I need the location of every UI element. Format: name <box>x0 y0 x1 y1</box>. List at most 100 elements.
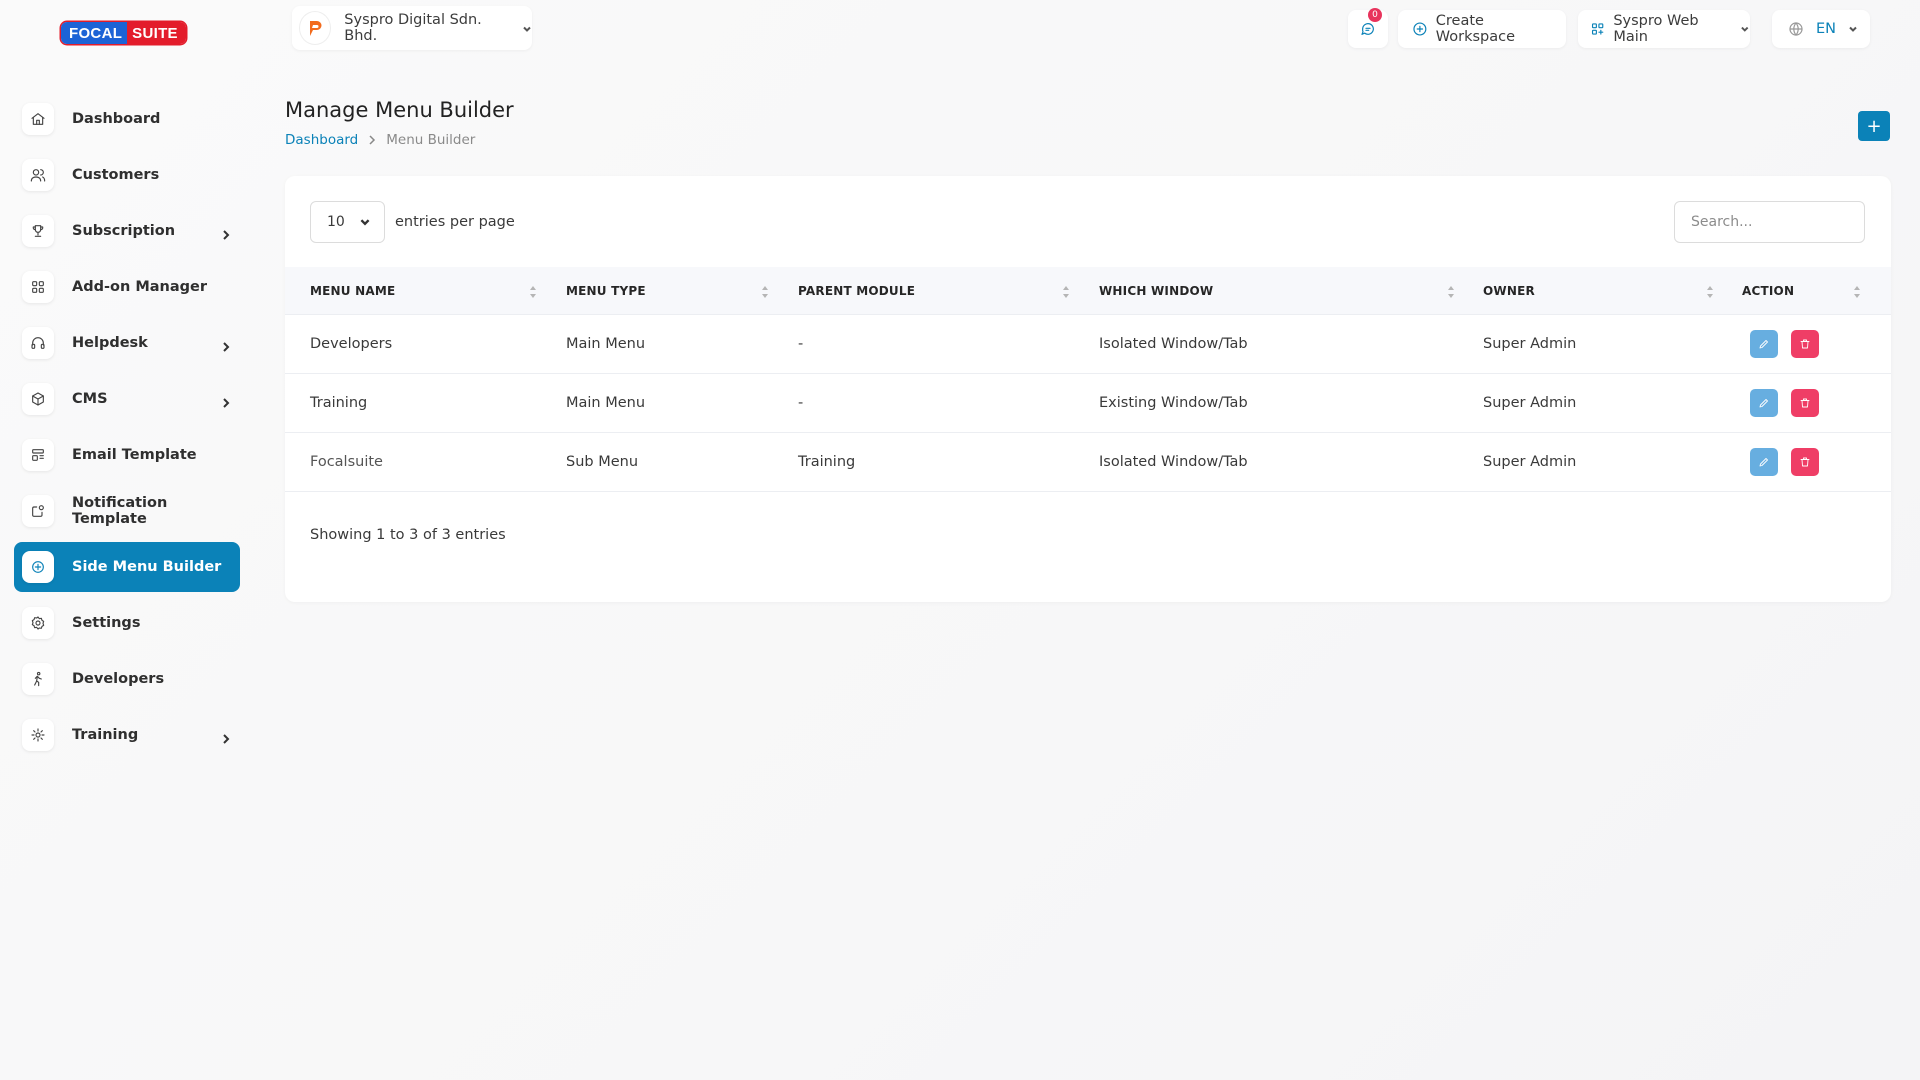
column-header-parent-module[interactable]: PARENT MODULE <box>798 267 915 315</box>
delete-button[interactable] <box>1791 448 1819 476</box>
sidebar-item-label: Dashboard <box>72 111 160 127</box>
sort-icon[interactable] <box>1062 284 1070 298</box>
cell-which-window: Isolated Window/Tab <box>1099 433 1248 491</box>
sidebar-item-label: Side Menu Builder <box>72 559 221 575</box>
logo-part-2: SUITE <box>127 22 186 44</box>
cell-menu-name: Developers <box>310 315 392 373</box>
company-logo <box>300 12 330 44</box>
cell-menu-name: Focalsuite <box>310 433 383 491</box>
chevron-down-icon <box>1740 24 1750 34</box>
workspace-switcher[interactable]: Syspro Web Main <box>1578 10 1750 48</box>
sidebar-item-label: Developers <box>72 671 164 687</box>
page-title: Manage Menu Builder <box>285 98 514 122</box>
menu-table-card: 10 entries per page MENU NAME MENU TYPE … <box>285 176 1891 602</box>
page-size-select[interactable]: 10 <box>310 201 385 243</box>
users-icon <box>22 159 54 191</box>
edit-button[interactable] <box>1750 448 1778 476</box>
sidebar-item-customers[interactable]: Customers <box>14 150 240 200</box>
column-header-menu-type[interactable]: MENU TYPE <box>566 267 646 315</box>
workspace-name: Syspro Web Main <box>1613 13 1732 45</box>
headset-icon <box>22 327 54 359</box>
column-header-action[interactable]: ACTION <box>1742 267 1794 315</box>
sidebar-item-settings[interactable]: Settings <box>14 598 240 648</box>
sidebar-item-subscription[interactable]: Subscription <box>14 206 240 256</box>
company-name: Syspro Digital Sdn. Bhd. <box>344 12 510 44</box>
cell-parent-module: - <box>798 374 803 432</box>
apps-icon <box>1590 21 1605 37</box>
messages-button[interactable]: 0 <box>1348 10 1388 48</box>
chevron-right-icon <box>220 338 232 350</box>
sidebar-item-email-template[interactable]: Email Template <box>14 430 240 480</box>
focal-suite-logo[interactable]: FOCAL SUITE <box>61 22 186 44</box>
gear-icon <box>22 607 54 639</box>
sort-icon[interactable] <box>761 284 769 298</box>
column-header-which-window[interactable]: WHICH WINDOW <box>1099 267 1213 315</box>
column-header-owner[interactable]: OWNER <box>1483 267 1535 315</box>
home-icon <box>22 103 54 135</box>
cell-parent-module: Training <box>798 433 855 491</box>
edit-button[interactable] <box>1750 389 1778 417</box>
sidebar-item-label: Email Template <box>72 447 197 463</box>
sidebar-item-developers[interactable]: Developers <box>14 654 240 704</box>
language-code: EN <box>1816 21 1836 37</box>
create-workspace-button[interactable]: Create Workspace <box>1398 10 1566 48</box>
cell-menu-type: Sub Menu <box>566 433 638 491</box>
sidebar-item-label: Subscription <box>72 223 175 239</box>
sidebar: FOCAL SUITE Dashboard Customers Subscrip… <box>0 0 255 1080</box>
sidebar-item-label: Notification Template <box>72 495 240 527</box>
sidebar-item-training[interactable]: Training <box>14 710 240 760</box>
trash-icon <box>1799 397 1811 409</box>
table-row: Developers Main Menu - Isolated Window/T… <box>285 315 1891 374</box>
company-switcher[interactable]: Syspro Digital Sdn. Bhd. <box>292 6 532 50</box>
chevron-right-icon <box>220 394 232 406</box>
table-header: MENU NAME MENU TYPE PARENT MODULE WHICH … <box>285 267 1891 315</box>
sidebar-item-label: Training <box>72 727 138 743</box>
cell-parent-module: - <box>798 315 803 373</box>
plus-circle-icon <box>1412 21 1428 37</box>
sidebar-item-label: Add-on Manager <box>72 279 207 295</box>
column-header-menu-name[interactable]: MENU NAME <box>310 267 395 315</box>
run-icon <box>22 663 54 695</box>
sidebar-item-dashboard[interactable]: Dashboard <box>14 94 240 144</box>
edit-button[interactable] <box>1750 330 1778 358</box>
language-switcher[interactable]: EN <box>1772 10 1870 48</box>
trophy-icon <box>22 215 54 247</box>
sidebar-item-label: CMS <box>72 391 108 407</box>
search-input[interactable] <box>1674 201 1865 243</box>
notification-icon <box>22 495 54 527</box>
trash-icon <box>1799 456 1811 468</box>
table-row: Focalsuite Sub Menu Training Isolated Wi… <box>285 433 1891 492</box>
chat-icon <box>1360 21 1376 37</box>
cell-menu-type: Main Menu <box>566 315 645 373</box>
delete-button[interactable] <box>1791 389 1819 417</box>
sidebar-item-label: Helpdesk <box>72 335 148 351</box>
breadcrumb-current: Menu Builder <box>386 132 475 148</box>
apps-icon <box>22 271 54 303</box>
delete-button[interactable] <box>1791 330 1819 358</box>
sidebar-item-label: Customers <box>72 167 159 183</box>
template-icon <box>22 439 54 471</box>
plus-circle-icon <box>22 551 54 583</box>
cell-which-window: Existing Window/Tab <box>1099 374 1248 432</box>
logo-part-1: FOCAL <box>61 22 127 44</box>
sort-icon[interactable] <box>1447 284 1455 298</box>
globe-icon <box>1788 21 1804 37</box>
sort-icon[interactable] <box>1706 284 1714 298</box>
breadcrumb-dashboard-link[interactable]: Dashboard <box>285 132 358 148</box>
add-menu-button[interactable]: + <box>1858 111 1890 141</box>
cell-owner: Super Admin <box>1483 374 1576 432</box>
sidebar-item-helpdesk[interactable]: Helpdesk <box>14 318 240 368</box>
sidebar-item-cms[interactable]: CMS <box>14 374 240 424</box>
page-size-value: 10 <box>327 214 345 230</box>
cube-icon <box>22 383 54 415</box>
cell-menu-name: Training <box>310 374 367 432</box>
sidebar-item-notification-template[interactable]: Notification Template <box>14 486 240 536</box>
pagination-info: Showing 1 to 3 of 3 entries <box>310 527 506 543</box>
pencil-icon <box>1758 338 1770 350</box>
sort-icon[interactable] <box>1853 284 1861 298</box>
sidebar-item-side-menu-builder[interactable]: Side Menu Builder <box>14 542 240 592</box>
pencil-icon <box>1758 456 1770 468</box>
chevron-right-icon <box>220 226 232 238</box>
sort-icon[interactable] <box>529 284 537 298</box>
sidebar-item-addon-manager[interactable]: Add-on Manager <box>14 262 240 312</box>
